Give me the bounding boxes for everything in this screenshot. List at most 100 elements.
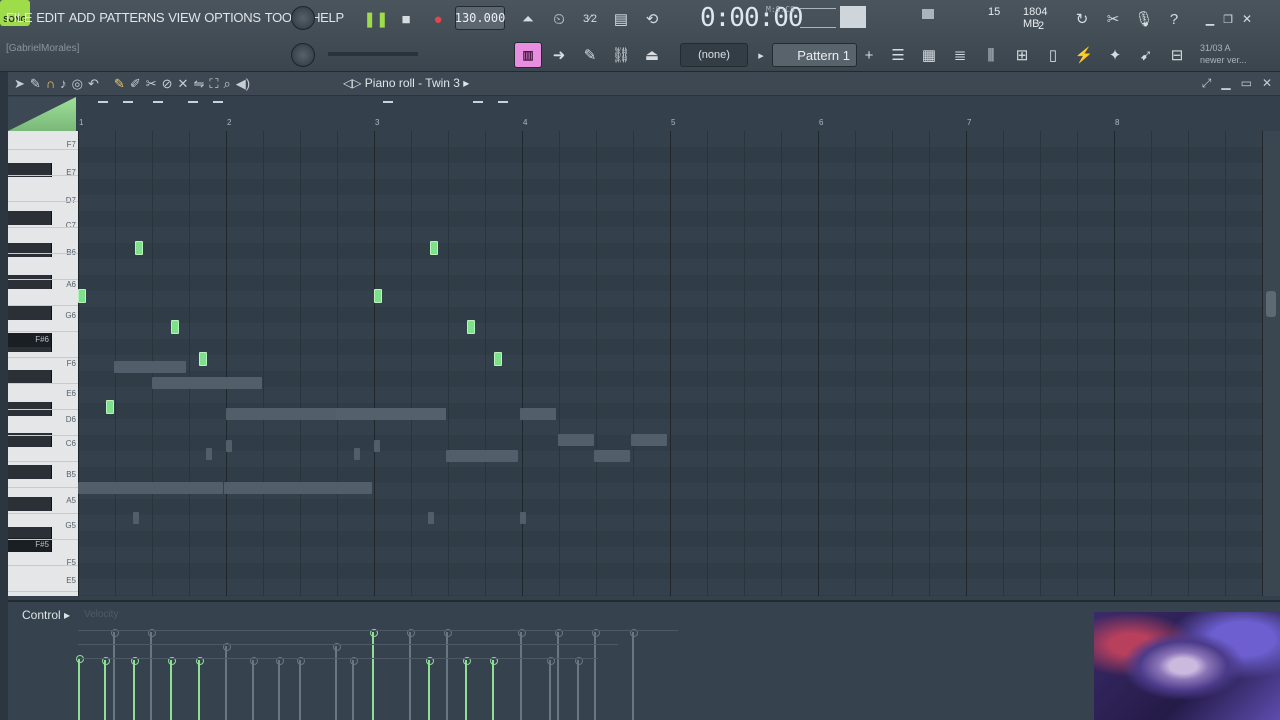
velocity-stem[interactable] <box>490 657 498 720</box>
velocity-stem[interactable] <box>148 629 156 720</box>
close-app-icon[interactable]: ✕ <box>1233 6 1261 32</box>
stamp-icon[interactable]: ⏏ <box>638 42 666 68</box>
ruler-corner[interactable] <box>8 97 76 131</box>
slice-icon[interactable]: ✂ <box>146 76 157 92</box>
velocity-stem[interactable] <box>547 657 555 720</box>
piano-roll-icon[interactable]: ▦ <box>915 42 943 68</box>
velocity-stem[interactable] <box>518 629 526 720</box>
mixer-icon[interactable]: ⫼ <box>977 42 1005 68</box>
zoom-icon[interactable]: ⌕ <box>223 76 230 92</box>
black-key[interactable] <box>8 275 52 289</box>
step-edit-icon[interactable]: ▤ <box>607 6 635 32</box>
black-key[interactable] <box>8 306 52 320</box>
browser-icon[interactable]: ⊞ <box>1008 42 1036 68</box>
arrow-right-icon[interactable]: ➜ <box>545 42 573 68</box>
black-key-highlighted[interactable]: F#5 <box>8 538 52 552</box>
note[interactable] <box>106 400 114 414</box>
master-volume-knob[interactable] <box>291 6 315 30</box>
control-label[interactable]: Control ▸ <box>22 608 70 622</box>
velocity-stem[interactable] <box>168 657 176 720</box>
master-pitch-slider[interactable] <box>328 52 418 56</box>
velocity-stem[interactable] <box>426 657 434 720</box>
menu-arrow-icon[interactable]: ➤ <box>14 76 25 92</box>
tempo-display[interactable]: 130.000 <box>455 6 505 30</box>
playback-icon[interactable]: ◀) <box>236 76 250 92</box>
plugin-icon[interactable]: ⚡ <box>1070 42 1098 68</box>
pattern-selector[interactable]: Pattern 1 <box>772 43 857 67</box>
magnet-icon[interactable]: ∩ <box>46 76 55 92</box>
note[interactable] <box>78 289 86 303</box>
black-key-highlighted[interactable]: F#6 <box>8 333 52 347</box>
velocity-stem[interactable] <box>350 657 358 720</box>
menu-file[interactable]: FILE <box>6 10 33 25</box>
velocity-stem[interactable] <box>297 657 305 720</box>
master-pitch-knob[interactable] <box>291 43 315 67</box>
velocity-stem[interactable] <box>131 657 139 720</box>
channel-rack-icon[interactable]: ≣ <box>946 42 974 68</box>
velocity-stem[interactable] <box>463 657 471 720</box>
cut-icon[interactable]: ✂ <box>1099 6 1127 32</box>
menu-patterns[interactable]: PATTERNS <box>99 10 164 25</box>
velocity-stem[interactable] <box>276 657 284 720</box>
wait-input-icon[interactable]: ⏲ <box>545 6 573 32</box>
undo-history-icon[interactable]: ↻ <box>1068 6 1096 32</box>
black-key[interactable] <box>8 465 52 479</box>
velocity-stem[interactable] <box>250 657 258 720</box>
velocity-stem[interactable] <box>196 657 204 720</box>
vertical-scrollbar[interactable] <box>1263 131 1280 596</box>
note-icon[interactable]: ♪ <box>60 76 67 92</box>
velocity-stem[interactable] <box>370 629 378 720</box>
window-arrows-icon[interactable]: ⤢ <box>1202 76 1212 91</box>
menu-options[interactable]: OPTIONS <box>204 10 261 25</box>
window-close-icon[interactable]: ✕ <box>1262 76 1272 91</box>
black-key[interactable] <box>8 211 52 225</box>
news-panel[interactable]: 31/03 A newer ver... <box>1200 42 1247 66</box>
note[interactable] <box>494 352 502 366</box>
delete-icon[interactable]: ⊘ <box>162 76 173 92</box>
tools-icon[interactable]: ✦ <box>1101 42 1129 68</box>
mute-icon[interactable]: ✕ <box>178 76 189 92</box>
pattern-prev-icon[interactable]: ▸ <box>752 42 770 68</box>
menu-view[interactable]: VIEW <box>168 10 200 25</box>
velocity-stem[interactable] <box>407 629 415 720</box>
note[interactable] <box>467 320 475 334</box>
wrench-icon[interactable]: ✎ <box>30 76 41 92</box>
menu-edit[interactable]: EDIT <box>36 10 65 25</box>
microphone-icon[interactable]: 🎙 <box>1130 6 1158 32</box>
help-icon[interactable]: ? <box>1160 6 1188 32</box>
note-grid[interactable] <box>78 131 1263 596</box>
loop-record-icon[interactable]: ⟲ <box>638 6 666 32</box>
velocity-stem[interactable] <box>444 629 452 720</box>
metronome-icon[interactable]: ⏶ <box>514 6 542 32</box>
note[interactable] <box>135 241 143 255</box>
note[interactable] <box>374 289 382 303</box>
file-icon[interactable]: ▯ <box>1039 42 1067 68</box>
velocity-stem[interactable] <box>555 629 563 720</box>
piano-keyboard[interactable]: G7F#7F7E7D7C7B6A6G6F#6F6E6D6C6B5A5G5F#5F… <box>8 131 78 596</box>
note[interactable] <box>171 320 179 334</box>
note[interactable] <box>199 352 207 366</box>
bird-icon[interactable]: ➹ <box>1132 42 1160 68</box>
window-minimize-icon[interactable]: ▁ <box>1221 76 1230 91</box>
velocity-stem[interactable] <box>592 629 600 720</box>
velocity-stem[interactable] <box>102 657 110 720</box>
velocity-stem[interactable] <box>111 629 119 720</box>
event-editor[interactable]: Control ▸ Velocity <box>8 600 1280 720</box>
menu-add[interactable]: ADD <box>69 10 96 25</box>
stop-icon[interactable]: ■ <box>392 6 420 32</box>
velocity-stem[interactable] <box>575 657 583 720</box>
countdown-icon[interactable]: 3⁄2 <box>576 6 604 32</box>
paint-brush-icon[interactable]: ✐ <box>130 76 141 92</box>
note[interactable] <box>430 241 438 255</box>
record-icon[interactable]: ● <box>424 6 452 32</box>
black-key[interactable] <box>8 497 52 511</box>
cart-icon[interactable]: ⊟ <box>1163 42 1191 68</box>
menu-help[interactable]: HELP <box>311 10 344 25</box>
window-maximize-icon[interactable]: ▭ <box>1241 76 1252 91</box>
slip-icon[interactable]: ⇋ <box>193 76 204 92</box>
black-key[interactable] <box>8 370 52 384</box>
add-pattern-icon[interactable]: + <box>858 42 880 68</box>
play-pause-icon[interactable]: ❚❚ <box>362 6 390 32</box>
playlist-icon[interactable]: ☰ <box>884 42 912 68</box>
timeline-ruler[interactable]: 1 2 3 4 5 6 7 8 <box>78 97 1263 131</box>
